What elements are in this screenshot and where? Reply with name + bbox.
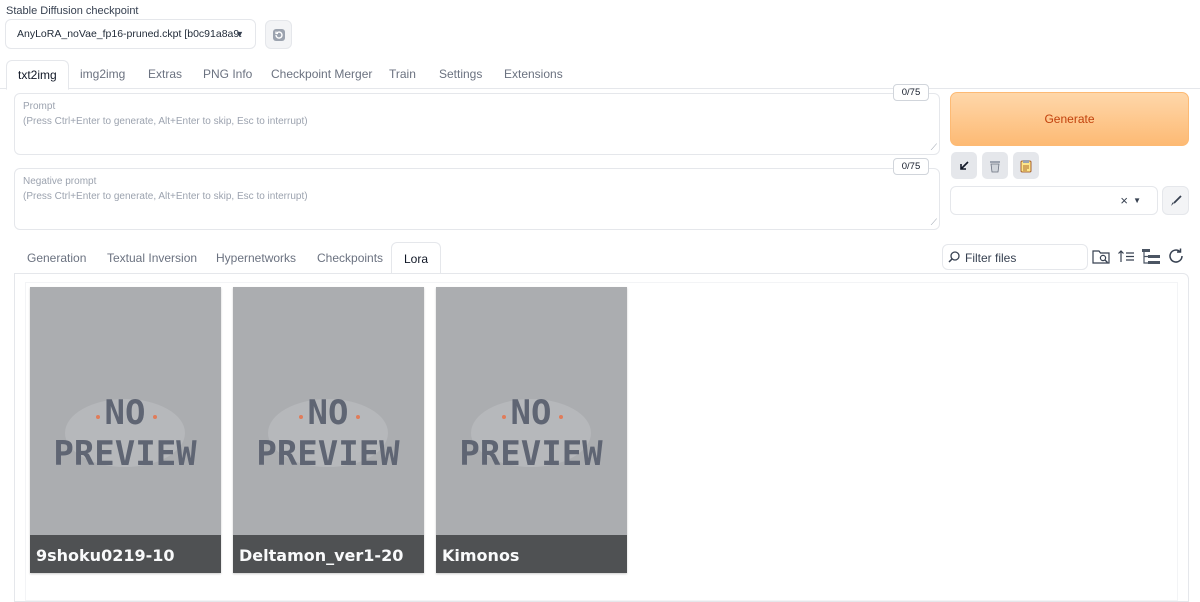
filter-files-placeholder: Filter files	[965, 251, 1017, 265]
filter-files-input[interactable]: Filter files	[942, 244, 1088, 270]
no-preview-line-2: PREVIEW	[53, 434, 197, 474]
arrow-down-left-icon	[960, 160, 969, 170]
no-preview-image: NO PREVIEW	[53, 393, 197, 474]
clear-style-icon[interactable]: ×	[1120, 193, 1128, 208]
reload-icon	[1169, 248, 1183, 263]
sort-icon	[1118, 250, 1134, 262]
subtab-lora[interactable]: Lora	[391, 242, 442, 275]
subtab-checkpoints[interactable]: Checkpoints	[317, 242, 383, 274]
edit-styles-button[interactable]	[1162, 186, 1189, 215]
lora-card[interactable]: NO PREVIEW Deltamon_ver1-20	[233, 287, 424, 573]
tree-view-button[interactable]	[1141, 247, 1161, 267]
main-tabs: txt2img img2img Extras PNG Info Checkpoi…	[0, 60, 1200, 90]
refresh-cards-button[interactable]	[1166, 247, 1186, 267]
caret-down-icon: ▼	[235, 29, 244, 39]
lora-card[interactable]: NO PREVIEW 9shoku0219-10	[30, 287, 221, 573]
checkpoint-label: Stable Diffusion checkpoint	[6, 5, 139, 17]
prompt-placeholder: (Press Ctrl+Enter to generate, Alt+Enter…	[23, 116, 308, 127]
lora-card[interactable]: NO PREVIEW Kimonos	[436, 287, 627, 573]
tab-img2img[interactable]: img2img	[80, 60, 125, 89]
tab-checkpoint-merger[interactable]: Checkpoint Merger	[271, 60, 372, 89]
no-preview-image: NO PREVIEW	[256, 393, 400, 474]
card-name: Kimonos	[442, 546, 520, 565]
trash-icon	[990, 160, 1000, 172]
card-name: Deltamon_ver1-20	[239, 546, 404, 565]
subtab-hypernetworks[interactable]: Hypernetworks	[216, 242, 296, 274]
no-preview-image: NO PREVIEW	[459, 393, 603, 474]
refresh-icon	[272, 28, 285, 41]
tab-settings[interactable]: Settings	[439, 60, 482, 89]
prompt-token-counter: 0/75	[893, 84, 929, 101]
negative-prompt-token-counter: 0/75	[893, 158, 929, 175]
prompt-label: Prompt	[23, 101, 56, 112]
generate-button[interactable]: Generate	[950, 92, 1189, 146]
card-name: 9shoku0219-10	[36, 546, 175, 565]
read-params-button[interactable]	[951, 152, 977, 179]
no-preview-line-1: NO	[105, 393, 146, 433]
no-preview-line-2: PREVIEW	[256, 434, 400, 474]
clipboard-icon	[1020, 159, 1032, 172]
search-in-folder-button[interactable]	[1092, 247, 1111, 265]
prompt-textarea[interactable]: Prompt (Press Ctrl+Enter to generate, Al…	[14, 93, 940, 155]
negative-prompt-textarea[interactable]: Negative prompt (Press Ctrl+Enter to gen…	[14, 168, 940, 230]
caret-down-icon: ▼	[1133, 196, 1141, 205]
refresh-checkpoint-button[interactable]	[265, 20, 292, 49]
tab-extensions[interactable]: Extensions	[504, 60, 563, 89]
checkpoint-dropdown[interactable]: AnyLoRA_noVae_fp16-pruned.ckpt [b0c91a8a…	[5, 19, 256, 49]
no-preview-line-2: PREVIEW	[459, 434, 603, 474]
subtab-textual-inversion[interactable]: Textual Inversion	[107, 242, 197, 274]
tree-view-icon	[1142, 249, 1160, 264]
negative-prompt-label: Negative prompt	[23, 176, 97, 187]
resize-grip-icon[interactable]: ⟋	[931, 142, 937, 153]
tab-txt2img[interactable]: txt2img	[6, 60, 69, 90]
paintbrush-icon	[1170, 194, 1182, 206]
checkpoint-value: AnyLoRA_noVae_fp16-pruned.ckpt [b0c91a8a…	[17, 28, 243, 40]
styles-dropdown[interactable]: × ▼	[950, 186, 1158, 215]
negative-prompt-placeholder: (Press Ctrl+Enter to generate, Alt+Enter…	[23, 191, 308, 202]
tab-extras[interactable]: Extras	[148, 60, 182, 89]
search-icon	[948, 251, 960, 263]
tab-train[interactable]: Train	[389, 60, 416, 89]
no-preview-line-1: NO	[511, 393, 552, 433]
resize-grip-icon[interactable]: ⟋	[931, 217, 937, 228]
apply-style-button[interactable]	[1013, 152, 1039, 179]
sort-button[interactable]	[1117, 247, 1135, 265]
tab-png-info[interactable]: PNG Info	[203, 60, 252, 89]
folder-search-icon	[1092, 250, 1110, 264]
no-preview-line-1: NO	[308, 393, 349, 433]
subtab-generation[interactable]: Generation	[27, 242, 86, 274]
clear-prompt-button[interactable]	[982, 152, 1008, 179]
